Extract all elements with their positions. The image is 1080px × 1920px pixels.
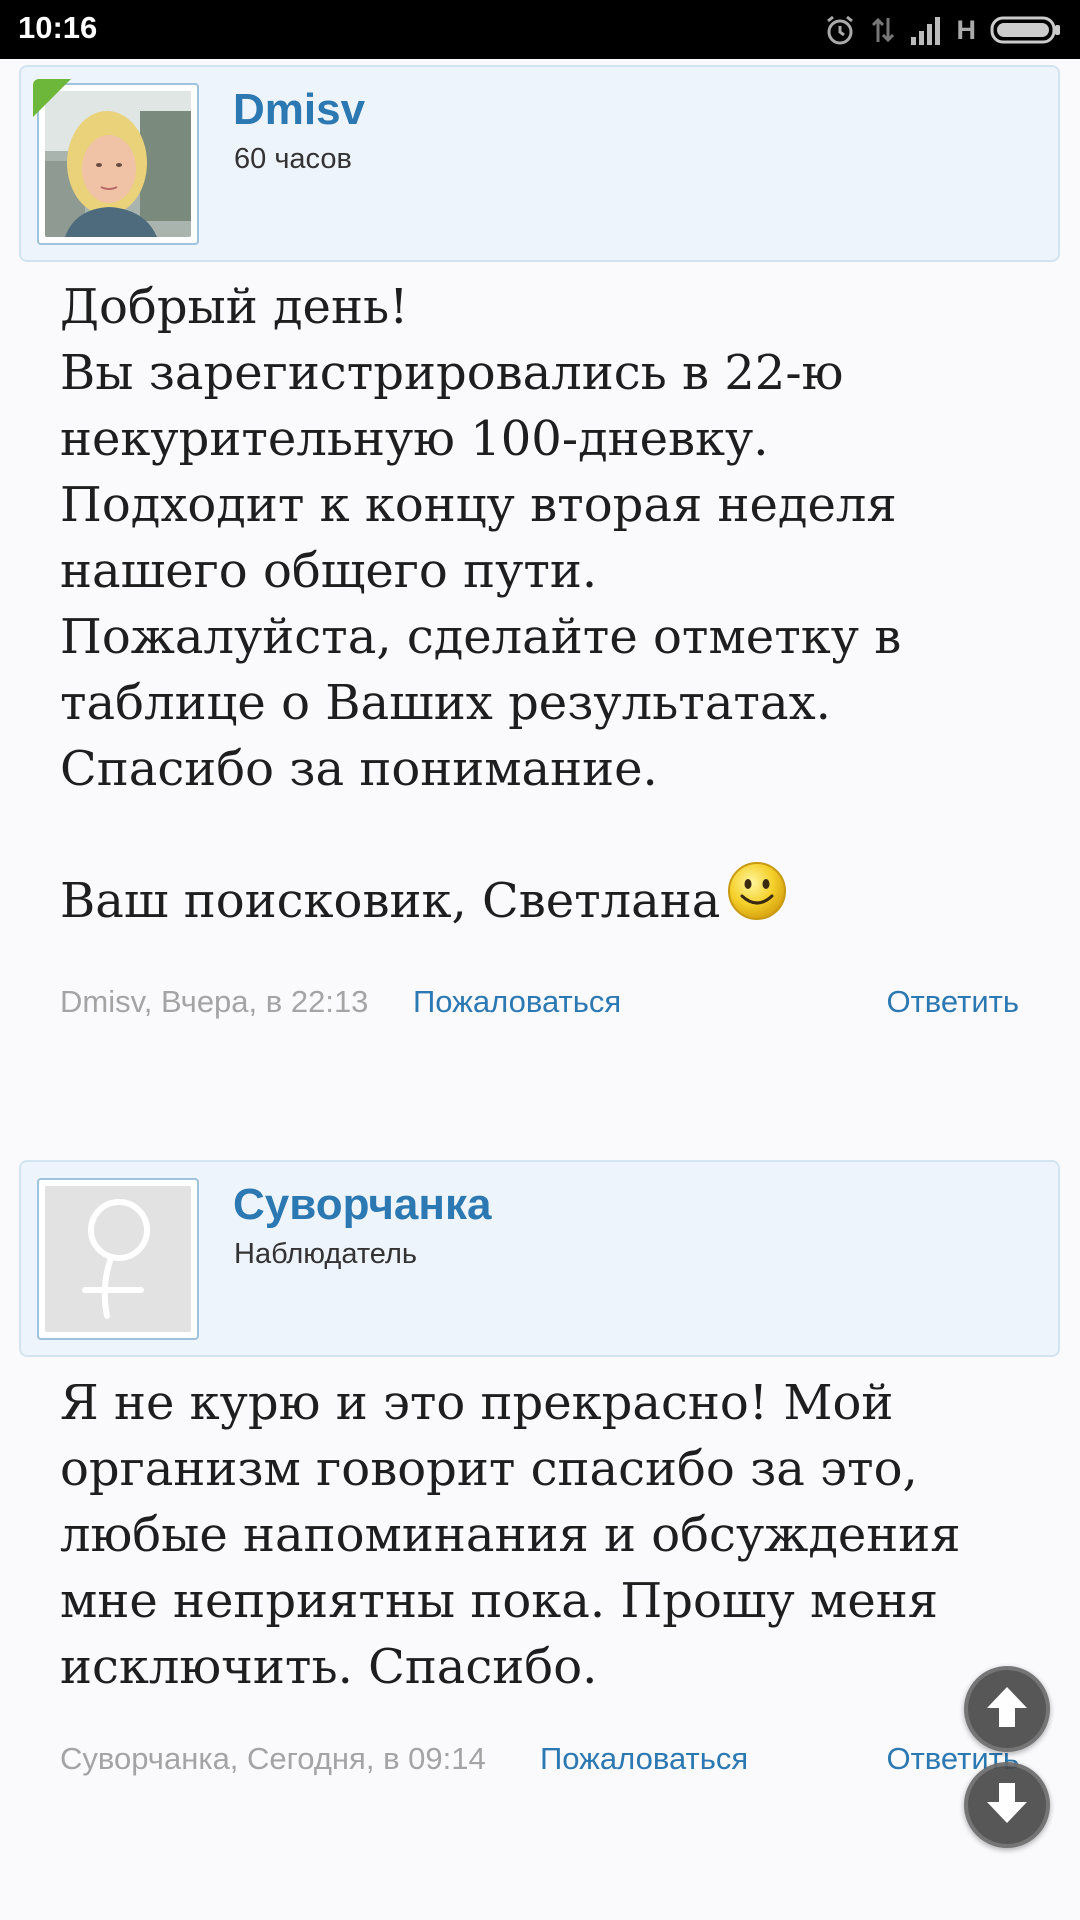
network-type: H bbox=[956, 14, 977, 45]
arrow-down-icon bbox=[982, 1778, 1032, 1833]
post-text: Я не курю и это прекрасно! Мой организм … bbox=[60, 1375, 961, 1695]
post-text: Добрый день! Вы зарегистрировались в 22-… bbox=[60, 279, 902, 929]
forum-thread-page: 10:16 H Dmisv 60 часов Добрый день! Вы з… bbox=[0, 0, 1080, 1920]
alarm-icon bbox=[823, 13, 857, 47]
battery-icon bbox=[990, 15, 1062, 45]
author-name[interactable]: Суворчанка bbox=[233, 1180, 491, 1230]
female-symbol-placeholder bbox=[45, 1186, 191, 1332]
reply-link[interactable]: Ответить bbox=[886, 984, 1019, 1020]
status-icons: H bbox=[823, 12, 1063, 48]
post-body: Добрый день! Вы зарегистрировались в 22-… bbox=[60, 274, 1030, 939]
scroll-up-button[interactable] bbox=[964, 1666, 1050, 1752]
online-indicator bbox=[33, 79, 71, 117]
arrow-up-icon bbox=[982, 1682, 1032, 1737]
smiley-icon bbox=[726, 860, 788, 939]
status-time: 10:16 bbox=[18, 10, 98, 45]
post-body: Я не курю и это прекрасно! Мой организм … bbox=[60, 1370, 1030, 1700]
author-name[interactable]: Dmisv bbox=[233, 85, 365, 135]
report-link[interactable]: Пожаловаться bbox=[540, 1741, 748, 1777]
user-status: 60 часов bbox=[234, 143, 352, 175]
data-arrows-icon bbox=[871, 14, 895, 46]
status-bar: 10:16 H bbox=[0, 0, 1080, 59]
post-header: Dmisv 60 часов bbox=[19, 65, 1060, 262]
report-link[interactable]: Пожаловаться bbox=[413, 984, 621, 1020]
post-meta: Dmisv, Вчера, в 22:13 bbox=[60, 984, 369, 1019]
avatar[interactable] bbox=[37, 1178, 199, 1340]
post-meta: Суворчанка, Сегодня, в 09:14 bbox=[60, 1741, 486, 1776]
user-status: Наблюдатель bbox=[234, 1238, 417, 1270]
signal-icon bbox=[909, 15, 943, 45]
scroll-down-button[interactable] bbox=[964, 1762, 1050, 1848]
post-header: Суворчанка Наблюдатель bbox=[19, 1160, 1060, 1357]
